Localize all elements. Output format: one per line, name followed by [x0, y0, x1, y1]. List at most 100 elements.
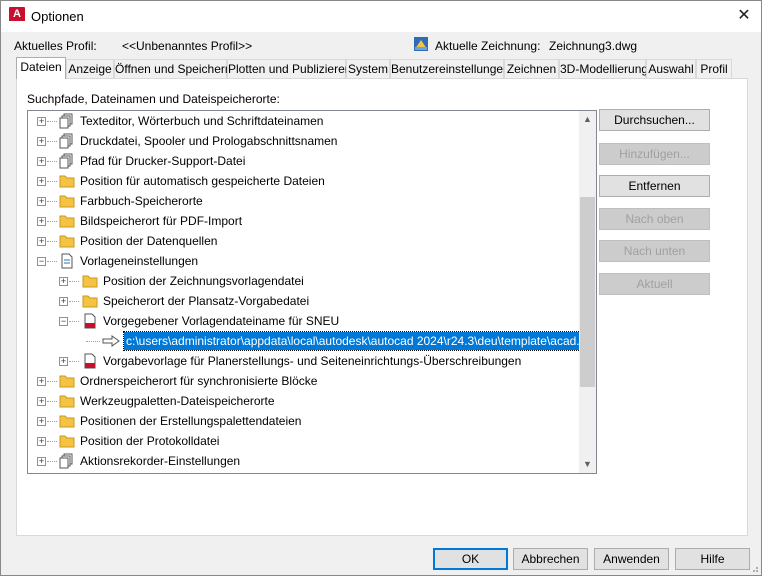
- tab-auswahl[interactable]: Auswahl: [646, 59, 696, 78]
- cancel-button[interactable]: Abbrechen: [513, 548, 588, 570]
- tree-item[interactable]: + Druckdatei, Spooler und Prologabschnit…: [28, 131, 578, 151]
- collapse-icon[interactable]: −: [59, 317, 68, 326]
- tree-item-label: Aktionsrekorder-Einstellungen: [80, 454, 241, 468]
- tab-profil[interactable]: Profil: [696, 59, 732, 78]
- add-button[interactable]: Hinzufügen...: [599, 143, 710, 165]
- scroll-down-icon[interactable]: ▼: [579, 456, 596, 473]
- drawing-icon: [414, 37, 428, 51]
- folder-icon: [59, 235, 75, 248]
- expand-icon[interactable]: +: [37, 137, 46, 146]
- tree-item[interactable]: + Farbbuch-Speicherorte: [28, 191, 578, 211]
- expand-icon[interactable]: +: [59, 277, 68, 286]
- tree-item[interactable]: + Position der Zeichnungsvorlagendatei: [28, 271, 578, 291]
- tab-benutzereinstellungen[interactable]: Benutzereinstellungen: [390, 59, 510, 78]
- file-tree[interactable]: + Texteditor, Wörterbuch und Schriftdate…: [27, 110, 597, 474]
- tab-oeffnen-speichern[interactable]: Öffnen und Speichern: [114, 59, 232, 78]
- expand-icon[interactable]: +: [37, 437, 46, 446]
- folder-icon: [59, 195, 75, 208]
- close-button[interactable]: ✕: [727, 1, 761, 31]
- tree-item-label: Position für automatisch gespeicherte Da…: [80, 174, 325, 188]
- tree-item[interactable]: + Pfad für Drucker-Support-Datei: [28, 151, 578, 171]
- expand-icon[interactable]: +: [37, 177, 46, 186]
- search-paths-label: Suchpfade, Dateinamen und Dateispeichero…: [27, 92, 280, 106]
- tree-item-label: Position der Protokolldatei: [80, 434, 220, 448]
- tree-item-label: Ordnerspeicherort für synchronisierte Bl…: [80, 374, 318, 388]
- tab-system[interactable]: System: [346, 59, 390, 78]
- tree-item[interactable]: − Vorgegebener Vorlagendateiname für SNE…: [28, 311, 578, 331]
- expand-icon[interactable]: +: [37, 377, 46, 386]
- tree-item-label: Vorgabevorlage für Planerstellungs- und …: [103, 354, 522, 368]
- tree-item[interactable]: + Werkzeugpaletten-Dateispeicherorte: [28, 391, 578, 411]
- tree-item[interactable]: + Bildspeicherort für PDF-Import: [28, 211, 578, 231]
- expand-icon[interactable]: +: [37, 217, 46, 226]
- tree-item[interactable]: + Speicherort der Plansatz-Vorgabedatei: [28, 291, 578, 311]
- folder-icon: [59, 175, 75, 188]
- autocad-app-icon: A: [9, 7, 25, 25]
- set-current-button[interactable]: Aktuell: [599, 273, 710, 295]
- tree-item[interactable]: + Vorgabevorlage für Planerstellungs- un…: [28, 351, 578, 371]
- tree-item[interactable]: + Positionen der Erstellungspalettendate…: [28, 411, 578, 431]
- tree-item-label: Positionen der Erstellungspalettendateie…: [80, 414, 302, 428]
- current-drawing-label: Aktuelle Zeichnung:: [435, 39, 541, 53]
- tree-item-label: Position der Datenquellen: [80, 234, 218, 248]
- expand-icon[interactable]: +: [37, 397, 46, 406]
- resize-grip-icon[interactable]: [749, 563, 759, 573]
- tab-dateien[interactable]: Dateien: [16, 57, 66, 79]
- folder-icon: [59, 415, 75, 428]
- move-up-button[interactable]: Nach oben: [599, 208, 710, 230]
- tab-3d-modellierung[interactable]: 3D-Modellierung: [559, 59, 648, 78]
- options-dialog: A Optionen ✕ Aktuelles Profil: <<Unbenan…: [0, 0, 762, 576]
- title-bar: A Optionen ✕: [1, 1, 761, 32]
- tree-item[interactable]: − Vorlageneinstellungen: [28, 251, 578, 271]
- selected-path-value[interactable]: c:\users\administrator\appdata\local\aut…: [122, 331, 596, 351]
- window-title: Optionen: [31, 9, 84, 24]
- expand-icon[interactable]: +: [37, 237, 46, 246]
- tree-item-label: Pfad für Drucker-Support-Datei: [80, 154, 246, 168]
- tree-item-label: Texteditor, Wörterbuch und Schriftdatein…: [80, 114, 324, 128]
- expand-icon[interactable]: +: [59, 297, 68, 306]
- dwt-icon: [84, 313, 96, 329]
- collapse-icon[interactable]: −: [37, 257, 46, 266]
- apply-button[interactable]: Anwenden: [594, 548, 669, 570]
- current-drawing-value: Zeichnung3.dwg: [549, 39, 638, 53]
- folder-icon: [59, 215, 75, 228]
- ok-button[interactable]: OK: [433, 548, 508, 570]
- expand-icon[interactable]: +: [37, 117, 46, 126]
- folder-icon: [59, 435, 75, 448]
- tree-item[interactable]: + Texteditor, Wörterbuch und Schriftdate…: [28, 111, 578, 131]
- tree-item[interactable]: + Position der Protokolldatei: [28, 431, 578, 451]
- tree-item[interactable]: + Position für automatisch gespeicherte …: [28, 171, 578, 191]
- tree-item-label: Bildspeicherort für PDF-Import: [80, 214, 243, 228]
- files-icon: [59, 153, 73, 169]
- tree-item[interactable]: + Position der Datenquellen: [28, 231, 578, 251]
- help-button[interactable]: Hilfe: [675, 548, 750, 570]
- expand-icon[interactable]: +: [37, 157, 46, 166]
- tree-item-selected[interactable]: c:\users\administrator\appdata\local\aut…: [28, 331, 596, 351]
- expand-icon[interactable]: +: [37, 417, 46, 426]
- expand-icon[interactable]: +: [59, 357, 68, 366]
- remove-button[interactable]: Entfernen: [599, 175, 710, 197]
- current-profile-label: Aktuelles Profil:: [14, 39, 97, 53]
- tab-zeichnen[interactable]: Zeichnen: [504, 59, 559, 78]
- folder-icon: [82, 275, 98, 288]
- tree-item[interactable]: + Ordnerspeicherort für synchronisierte …: [28, 371, 578, 391]
- tab-anzeige[interactable]: Anzeige: [66, 59, 114, 78]
- tab-plotten-publizieren[interactable]: Plotten und Publizieren: [227, 59, 351, 78]
- scroll-up-icon[interactable]: ▲: [579, 111, 596, 128]
- folder-icon: [82, 295, 98, 308]
- vertical-scrollbar[interactable]: ▲ ▼: [579, 111, 596, 473]
- tree-item-label: Speicherort der Plansatz-Vorgabedatei: [103, 294, 310, 308]
- expand-icon[interactable]: +: [37, 197, 46, 206]
- scroll-thumb[interactable]: [580, 197, 595, 387]
- tree-item-label: Position der Zeichnungsvorlagendatei: [103, 274, 304, 288]
- folder-icon: [59, 375, 75, 388]
- files-icon: [59, 113, 73, 129]
- tree-item[interactable]: + Aktionsrekorder-Einstellungen: [28, 451, 578, 471]
- tree-item-label: Vorlageneinstellungen: [80, 254, 199, 268]
- dwt-icon: [84, 353, 96, 369]
- expand-icon[interactable]: +: [37, 457, 46, 466]
- files-icon: [59, 453, 73, 469]
- move-down-button[interactable]: Nach unten: [599, 240, 710, 262]
- browse-button[interactable]: Durchsuchen...: [599, 109, 710, 131]
- files-icon: [59, 133, 73, 149]
